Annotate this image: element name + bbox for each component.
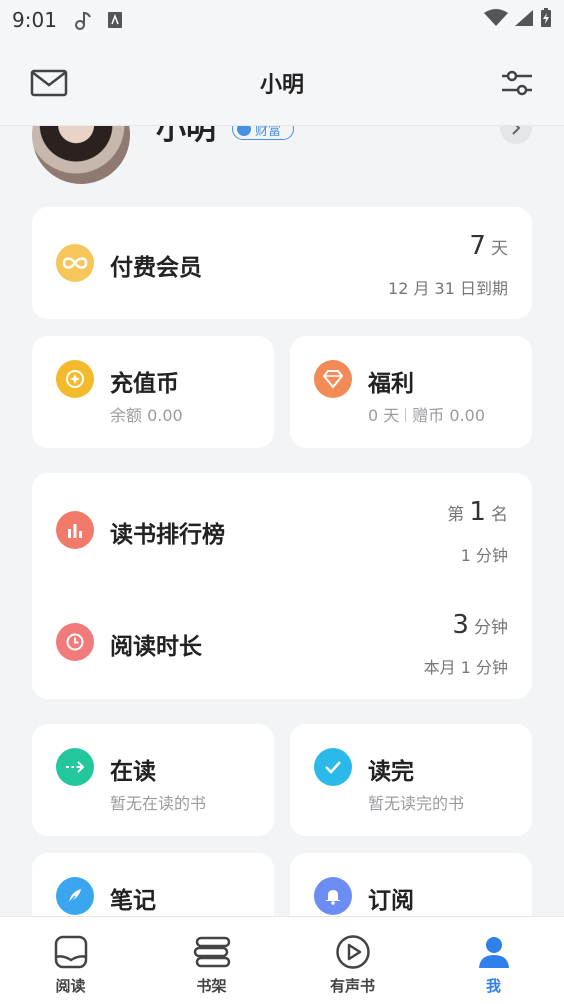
- ranking-title: 读书排行榜: [110, 522, 225, 548]
- finished-card[interactable]: 读完 暂无读完的书: [290, 724, 532, 836]
- nav-label-me: 我: [485, 977, 501, 995]
- status-bar: 9:01: [0, 0, 564, 40]
- nav-item-me[interactable]: 我: [423, 917, 564, 1004]
- nav-item-audiobook[interactable]: 有声书: [282, 917, 423, 1004]
- finished-title: 读完: [368, 759, 414, 785]
- reading-time-value: 3: [452, 610, 469, 640]
- bar-chart-icon: [56, 511, 94, 549]
- reading-time-detail: 本月 1 分钟: [423, 658, 508, 677]
- keyboard-icon: [107, 11, 123, 29]
- reading-stats-card: 读书排行榜 第 1 名 1 分钟 阅读时长 3 分钟 本月 1 分钟: [32, 473, 532, 699]
- membership-expiry: 12 月 31 日到期: [388, 279, 508, 298]
- welfare-gift: 赠币 0.00: [412, 406, 485, 425]
- status-indicators: [484, 8, 552, 32]
- recharge-title: 充值币: [110, 371, 179, 397]
- bottom-navigation: 阅读 书架 有声书 我: [0, 916, 564, 1004]
- reading-now-subtitle: 暂无在读的书: [110, 794, 207, 813]
- ranking-prefix: 第: [447, 505, 465, 525]
- clock-icon: [56, 623, 94, 661]
- recharge-card[interactable]: 充值币 余额 0.00: [32, 336, 274, 448]
- infinity-icon: [56, 244, 94, 282]
- welfare-title: 福利: [368, 371, 414, 397]
- bookshelf-icon: [193, 933, 231, 971]
- profile-name: 小明: [156, 126, 216, 147]
- membership-days-value: 7: [469, 231, 486, 261]
- divider: [405, 408, 407, 422]
- mail-button[interactable]: [30, 68, 68, 98]
- badge-label: 财富: [255, 126, 282, 139]
- battery-icon: [540, 8, 552, 32]
- subscriptions-title: 订阅: [368, 888, 414, 914]
- top-header: 小明: [0, 40, 564, 126]
- nav-label-bookshelf: 书架: [196, 977, 227, 995]
- membership-card[interactable]: 付费会员 7 天 12 月 31 日到期: [32, 207, 532, 319]
- welfare-card[interactable]: 福利 0 天赠币 0.00: [290, 336, 532, 448]
- sliders-icon: [502, 70, 532, 96]
- recharge-balance: 余额 0.00: [110, 406, 183, 425]
- avatar[interactable]: [32, 126, 130, 184]
- profile-chevron-button[interactable]: [500, 126, 532, 144]
- read-icon: [52, 933, 90, 971]
- wealth-badge[interactable]: 财富: [232, 126, 295, 140]
- badge-icon: [237, 126, 251, 136]
- music-note-icon: [74, 10, 93, 30]
- bell-icon: [314, 877, 352, 915]
- profile-section[interactable]: 小明 财富: [0, 126, 564, 186]
- reading-now-title: 在读: [110, 759, 156, 785]
- membership-days-unit: 天: [491, 239, 508, 259]
- membership-days: 7 天: [469, 231, 508, 261]
- mail-icon: [30, 69, 68, 97]
- wifi-icon: [484, 9, 508, 31]
- reading-time-unit: 分钟: [474, 618, 508, 638]
- signal-icon: [514, 9, 534, 31]
- welfare-days: 0 天: [368, 406, 400, 425]
- chevron-right-icon: [512, 126, 521, 135]
- finished-subtitle: 暂无读完的书: [368, 794, 465, 813]
- ranking-value: 1: [469, 497, 486, 527]
- coin-icon: [56, 360, 94, 398]
- notes-title: 笔记: [110, 888, 156, 914]
- status-time: 9:01: [12, 8, 57, 32]
- ranking-suffix: 名: [491, 505, 508, 525]
- profile-icon: [475, 933, 513, 971]
- settings-button[interactable]: [500, 66, 534, 100]
- nav-label-audiobook: 有声书: [329, 977, 375, 995]
- membership-title: 付费会员: [110, 255, 202, 281]
- nav-item-bookshelf[interactable]: 书架: [141, 917, 282, 1004]
- arrow-right-icon: [56, 748, 94, 786]
- welfare-info: 0 天赠币 0.00: [368, 402, 485, 426]
- feather-icon: [56, 877, 94, 915]
- ranking-position: 第 1 名: [447, 497, 508, 527]
- checkmark-icon: [314, 748, 352, 786]
- reading-time-total: 3 分钟: [452, 610, 508, 640]
- page-title: 小明: [259, 72, 304, 98]
- nav-label-read: 阅读: [55, 977, 86, 995]
- reading-time-title: 阅读时长: [110, 634, 202, 660]
- reading-now-card[interactable]: 在读 暂无在读的书: [32, 724, 274, 836]
- diamond-icon: [314, 360, 352, 398]
- nav-item-read[interactable]: 阅读: [0, 917, 141, 1004]
- audiobook-icon: [334, 933, 372, 971]
- ranking-detail: 1 分钟: [460, 546, 508, 565]
